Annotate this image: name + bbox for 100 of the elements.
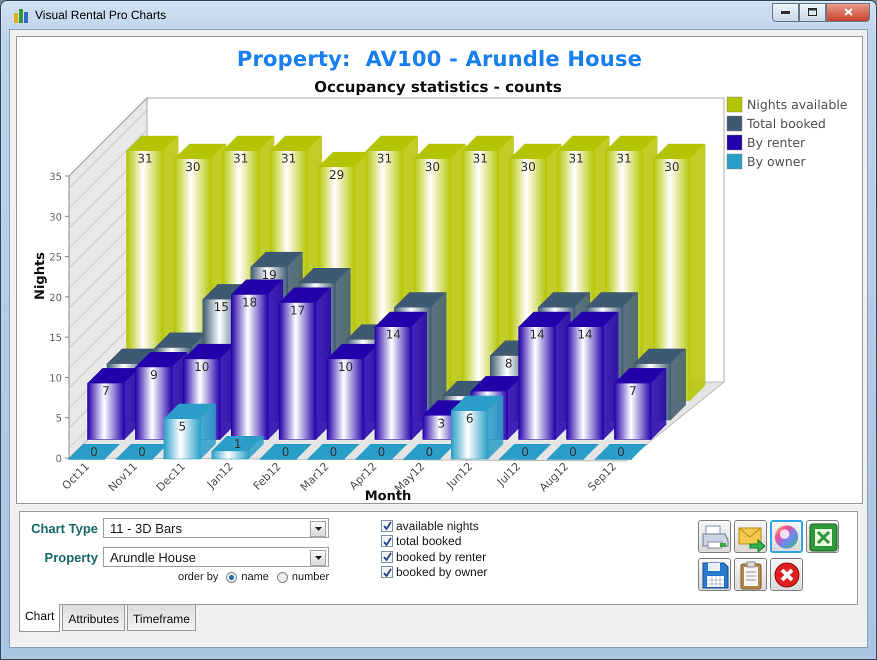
checkbox-label[interactable]: total booked: [396, 534, 462, 548]
radio-button[interactable]: [276, 572, 288, 582]
spreadsheet-icon: [808, 522, 838, 552]
bar: [546, 444, 599, 460]
excel-button[interactable]: [806, 520, 839, 553]
bar-value-label: 0: [282, 445, 290, 459]
maximize-icon: [808, 8, 817, 16]
bar-value-label: 14: [577, 328, 593, 342]
legend-label: Nights available: [747, 97, 848, 112]
bar-value-label: 0: [521, 445, 529, 459]
bar-value-label: 1: [234, 436, 242, 451]
bar-value-label: 30: [185, 160, 201, 174]
checkbox-label[interactable]: booked by owner: [396, 565, 488, 580]
x-axis-title: Month: [364, 489, 412, 503]
tab[interactable]: Chart: [19, 604, 60, 632]
maximize-button[interactable]: [799, 2, 826, 22]
y-tick-label: 30: [49, 212, 62, 224]
radio-button[interactable]: [226, 572, 238, 582]
radio-label[interactable]: name: [241, 571, 269, 583]
bar-value-label: 14: [386, 328, 402, 342]
legend-label: By owner: [747, 154, 806, 169]
field-label: Chart Type: [30, 520, 99, 536]
bar-value-label: 31: [616, 152, 632, 166]
email-button[interactable]: [734, 520, 767, 553]
bar-value-label: 31: [568, 152, 584, 166]
legend-label: By renter: [747, 135, 806, 150]
y-tick-label: 0: [56, 454, 62, 465]
y-tick-label: 35: [49, 172, 62, 183]
bar-value-label: 31: [137, 152, 153, 166]
bar-value-label: 30: [520, 160, 536, 174]
minimize-icon: [781, 10, 790, 14]
bar-chart-icon: [13, 7, 29, 23]
y-tick-label: 10: [49, 373, 62, 384]
bar-value-label: 0: [138, 445, 146, 459]
bar-value-label: 7: [102, 384, 110, 398]
legend-label: Total booked: [747, 116, 826, 131]
bar-value-label: 0: [90, 445, 98, 459]
dropdown-button[interactable]: [310, 550, 326, 566]
bar: [594, 444, 647, 460]
minimize-button[interactable]: [772, 2, 799, 22]
y-tick-label: 25: [49, 252, 62, 264]
cancel-icon: [772, 560, 802, 590]
caret-icon: [314, 556, 322, 560]
bar-value-label: 7: [629, 384, 637, 398]
bar-value-label: 0: [425, 445, 434, 459]
colors-button[interactable]: [770, 520, 803, 553]
y-tick-label: 20: [49, 292, 62, 304]
bar-value-label: 14: [529, 328, 545, 342]
close-button[interactable]: [770, 558, 803, 591]
bar-value-label: 9: [150, 368, 158, 382]
y-tick-label: 15: [49, 333, 62, 344]
property-dropdown[interactable]: Arundle House: [103, 547, 329, 567]
close-icon: [844, 8, 852, 16]
bar-value-label: 30: [424, 160, 440, 174]
checkbox[interactable]: [381, 566, 393, 578]
bar-value-label: 5: [178, 420, 186, 434]
save-button[interactable]: [698, 558, 731, 591]
chart-heading: Property: AV100 - Arundle House: [236, 47, 642, 71]
bar-value-label: 31: [472, 152, 488, 166]
bar-value-label: 31: [281, 152, 296, 166]
bar-value-label: 19: [262, 268, 277, 282]
checkbox-label[interactable]: booked by renter: [396, 550, 486, 564]
bar-value-label: 17: [290, 304, 306, 318]
clipboard-button[interactable]: [734, 558, 767, 591]
tab[interactable]: Timeframe: [127, 605, 196, 631]
caret-icon: [314, 527, 322, 531]
chart-type-dropdown[interactable]: 11 - 3D Bars: [103, 518, 329, 538]
close-button[interactable]: [826, 2, 870, 22]
tab[interactable]: Attributes: [62, 605, 126, 631]
y-tick-label: 5: [56, 414, 62, 425]
chart-subtitle: Occupancy statistics - counts: [314, 78, 562, 96]
bar-value-label: 10: [338, 360, 354, 374]
radio-label[interactable]: number: [292, 571, 330, 583]
window-title: Visual Rental Pro Charts: [35, 8, 166, 22]
bar-value-label: 6: [466, 412, 474, 426]
bar-value-label: 31: [233, 152, 248, 166]
bar-value-label: 31: [376, 152, 392, 166]
order-by-label: order by: [178, 571, 218, 583]
bar-value-label: 3: [437, 416, 446, 430]
bar-value-label: 0: [330, 445, 338, 459]
checkbox-label[interactable]: available nights: [396, 518, 479, 533]
checkbox[interactable]: [381, 550, 393, 563]
checkbox[interactable]: [381, 520, 393, 532]
y-axis-title: Nights: [33, 252, 48, 300]
dropdown-button[interactable]: [310, 521, 326, 537]
bar-value-label: 0: [617, 445, 625, 459]
bar-value-label: 18: [242, 295, 258, 310]
bar-value-label: 29: [328, 168, 344, 182]
bar-value-label: 10: [194, 360, 210, 374]
bar-value-label: 30: [664, 160, 680, 174]
bar: [68, 444, 120, 460]
print-button[interactable]: [698, 520, 731, 553]
field-label: Property: [44, 550, 99, 564]
bar-value-label: 0: [378, 445, 386, 459]
bar-value-label: 0: [569, 445, 577, 459]
bar: [307, 444, 360, 460]
checkbox[interactable]: [381, 535, 393, 548]
bar-value-label: 8: [504, 356, 513, 371]
bar: [355, 444, 408, 460]
bar-value-label: 15: [214, 300, 229, 314]
